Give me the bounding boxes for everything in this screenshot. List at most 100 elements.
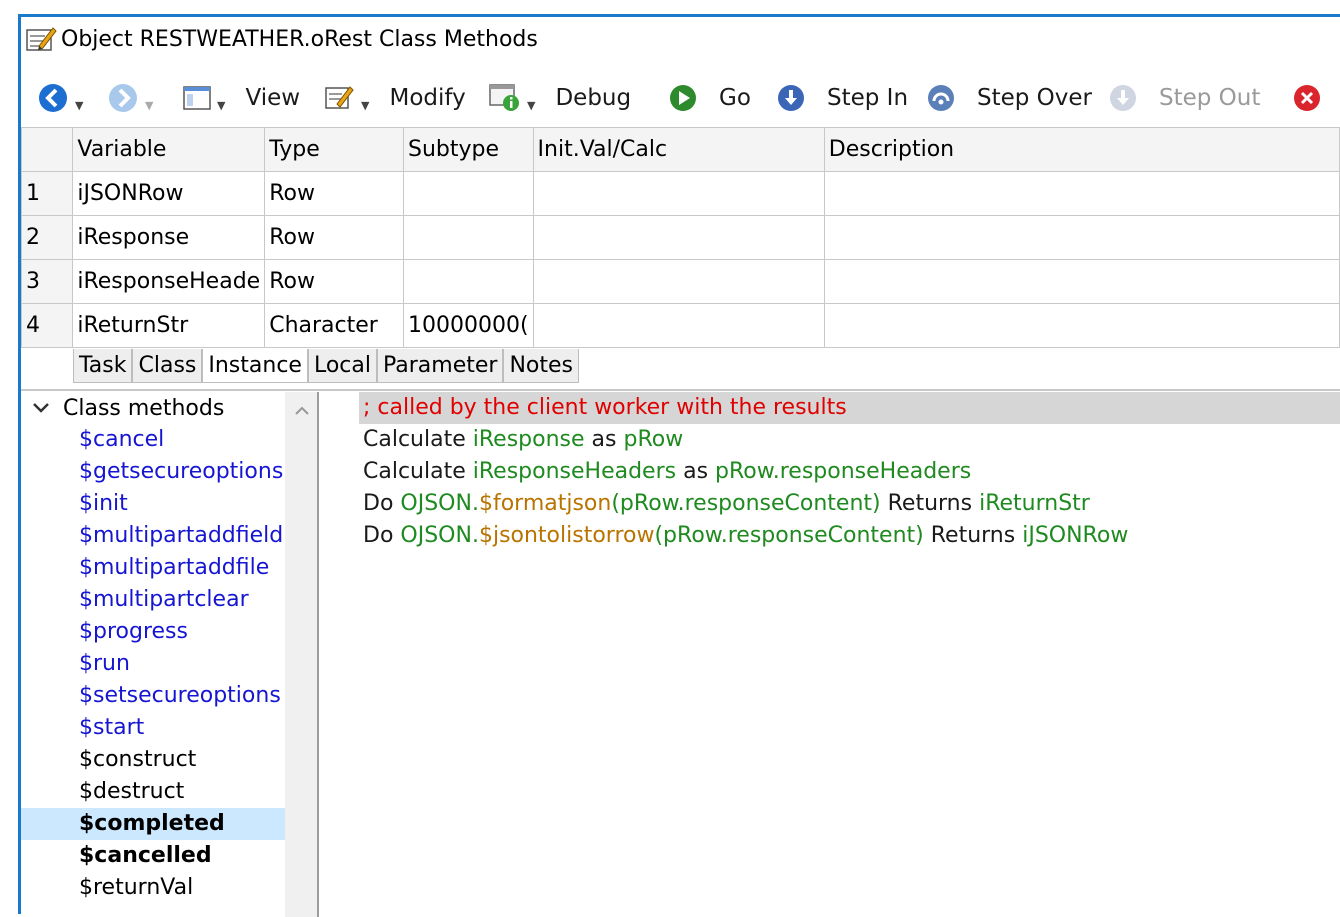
variable-scope-tabs: Task Class Instance Local Parameter Note… [73, 349, 579, 383]
cell-type[interactable]: Row [264, 171, 404, 216]
debug-label: Debug [555, 85, 632, 111]
stop-button[interactable] [1293, 75, 1321, 121]
tree-item-progress[interactable]: $progress [21, 616, 303, 648]
tree-item-destruct[interactable]: $destruct [21, 776, 303, 808]
chevron-down-icon: ▼ [217, 98, 226, 112]
code-keyword: Calculate [363, 459, 466, 484]
step-over-label: Step Over [977, 85, 1092, 111]
code-function: $formatjson [478, 491, 612, 516]
row-number[interactable]: 4 [20, 303, 74, 348]
col-header-description[interactable]: Description [823, 127, 1340, 172]
cell-type[interactable]: Row [264, 259, 404, 304]
code-line[interactable]: Calculate iResponse as pRow [359, 424, 1340, 456]
pane-divider[interactable] [21, 389, 1340, 391]
tree-item-run[interactable]: $run [21, 648, 303, 680]
tree-item-cancel[interactable]: $cancel [21, 424, 303, 456]
cell-subtype[interactable] [402, 215, 534, 260]
cell-subtype[interactable] [402, 171, 534, 216]
tab-parameter[interactable]: Parameter [376, 349, 504, 383]
modify-button[interactable]: ▼ Modify [325, 75, 466, 121]
method-editor-icon [26, 27, 57, 51]
tab-instance[interactable]: Instance [202, 349, 308, 383]
cell-subtype[interactable] [402, 259, 534, 304]
chevron-up-icon[interactable] [294, 406, 310, 416]
code-comment-line[interactable]: ; called by the client worker with the r… [359, 392, 1340, 424]
code-object: OJSON. [400, 491, 479, 516]
table-row[interactable]: 2 iResponse Row [20, 215, 1340, 260]
cell-init[interactable] [532, 303, 825, 348]
chevron-down-icon: ▼ [75, 98, 84, 112]
step-over-icon [928, 85, 954, 111]
step-out-button[interactable]: Step Out [1109, 75, 1260, 121]
step-over-button[interactable]: Step Over [927, 75, 1092, 121]
col-header-init[interactable]: Init.Val/Calc [532, 127, 825, 172]
tree-item-multipartclear[interactable]: $multipartclear [21, 584, 303, 616]
cell-description[interactable] [823, 171, 1340, 216]
tab-notes[interactable]: Notes [503, 349, 579, 383]
window-title: Object RESTWEATHER.oRest Class Methods [61, 26, 538, 52]
table-row[interactable]: 3 iResponseHeade Row [20, 259, 1340, 304]
tree-item-start[interactable]: $start [21, 712, 303, 744]
code-variable: iResponse [472, 427, 585, 452]
cell-description[interactable] [823, 259, 1340, 304]
modify-label: Modify [389, 85, 466, 111]
tree-item-cancelled[interactable]: $cancelled [21, 840, 303, 872]
code-argument: (pRow.responseContent) [611, 491, 881, 516]
cell-variable[interactable]: iJSONRow [72, 171, 266, 216]
method-editor-window: Object RESTWEATHER.oRest Class Methods ▼… [18, 14, 1340, 917]
cell-init[interactable] [532, 171, 825, 216]
tree-item-getsecureoptions[interactable]: $getsecureoptions [21, 456, 303, 488]
go-button[interactable]: Go [669, 75, 751, 121]
tree-root-class-methods[interactable]: Class methods [21, 392, 303, 424]
code-line[interactable]: Calculate iResponseHeaders as pRow.respo… [359, 456, 1340, 488]
code-variable: iReturnStr [979, 491, 1090, 516]
variable-grid: Variable Type Subtype Init.Val/Calc Desc… [20, 127, 1340, 349]
back-button[interactable]: ▼ [37, 75, 83, 121]
grid-header-row: Variable Type Subtype Init.Val/Calc Desc… [20, 127, 1340, 172]
tab-task[interactable]: Task [73, 349, 133, 383]
tree-item-setsecureoptions[interactable]: $setsecureoptions [21, 680, 303, 712]
tree-root-label: Class methods [63, 395, 225, 421]
tree-scrollbar[interactable] [285, 392, 319, 917]
step-in-button[interactable]: Step In [777, 75, 908, 121]
row-number[interactable]: 1 [20, 171, 74, 216]
debug-button[interactable]: ▼ Debug [489, 75, 631, 121]
cell-variable[interactable]: iReturnStr [72, 303, 266, 348]
cell-init[interactable] [532, 259, 825, 304]
tree-item-returnval[interactable]: $returnVal [21, 872, 303, 904]
row-number[interactable]: 2 [20, 215, 74, 260]
cell-description[interactable] [823, 215, 1340, 260]
tree-item-init[interactable]: $init [21, 488, 303, 520]
tree-item-construct[interactable]: $construct [21, 744, 303, 776]
cell-variable[interactable]: iResponse [72, 215, 266, 260]
code-line[interactable]: Do OJSON.$jsontolistorrow(pRow.responseC… [359, 520, 1340, 552]
chevron-down-icon: ▼ [361, 98, 370, 112]
tab-class[interactable]: Class [132, 349, 203, 383]
forward-button[interactable]: ▼ [107, 75, 153, 121]
chevron-down-icon: ▼ [527, 98, 536, 112]
col-header-type[interactable]: Type [264, 127, 404, 172]
code-keyword: as [591, 427, 617, 452]
code-editor[interactable]: ; called by the client worker with the r… [359, 392, 1340, 917]
col-header-variable[interactable]: Variable [72, 127, 266, 172]
code-line[interactable]: Do OJSON.$formatjson(pRow.responseConten… [359, 488, 1340, 520]
view-window-icon [183, 86, 211, 110]
tree-item-multipartaddfield[interactable]: $multipartaddfield [21, 520, 303, 552]
pane-splitter[interactable] [317, 392, 319, 917]
tree-item-multipartaddfile[interactable]: $multipartaddfile [21, 552, 303, 584]
view-button[interactable]: ▼ View [183, 75, 300, 121]
cell-init[interactable] [532, 215, 825, 260]
row-number[interactable]: 3 [20, 259, 74, 304]
tab-local[interactable]: Local [307, 349, 377, 383]
cell-type[interactable]: Character [264, 303, 404, 348]
table-row[interactable]: 4 iReturnStr Character 10000000( [20, 303, 1340, 348]
col-header-subtype[interactable]: Subtype [402, 127, 534, 172]
cell-subtype[interactable]: 10000000( [402, 303, 534, 348]
table-row[interactable]: 1 iJSONRow Row [20, 171, 1340, 216]
cell-variable[interactable]: iResponseHeade [72, 259, 266, 304]
cell-description[interactable] [823, 303, 1340, 348]
chevron-down-icon[interactable] [31, 401, 51, 415]
grid-corner [20, 127, 74, 172]
tree-item-completed[interactable]: $completed [21, 808, 303, 840]
cell-type[interactable]: Row [264, 215, 404, 260]
